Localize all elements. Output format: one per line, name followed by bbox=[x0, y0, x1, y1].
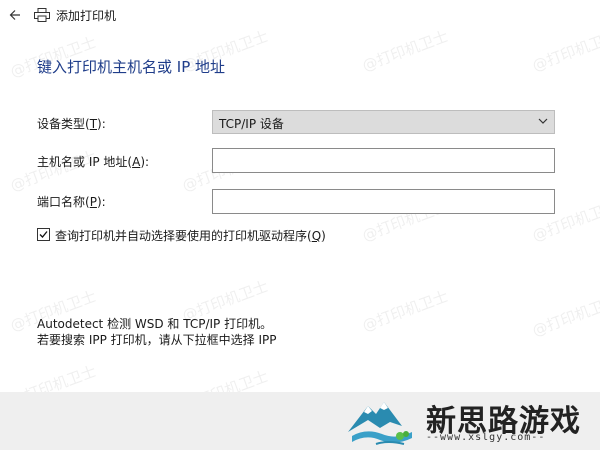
site-logo: 新思路游戏 --www.xslgy.com-- bbox=[346, 392, 596, 450]
query-printer-checkbox[interactable] bbox=[37, 228, 50, 241]
device-type-select[interactable]: TCP/IP 设备 bbox=[212, 110, 555, 134]
info-line-2: 若要搜索 IPP 打印机，请从下拉框中选择 IPP bbox=[37, 333, 277, 347]
info-line-1: Autodetect 检测 WSD 和 TCP/IP 打印机。 bbox=[37, 317, 273, 331]
watermark: @打印机卫士 bbox=[359, 287, 451, 335]
label-suffix: ) bbox=[321, 229, 326, 243]
watermark: @打印机卫士 bbox=[359, 27, 451, 75]
label-text: 端口名称( bbox=[37, 195, 90, 209]
label-suffix: ): bbox=[96, 195, 106, 209]
device-type-value: TCP/IP 设备 bbox=[219, 117, 284, 131]
host-label: 主机名或 IP 地址(A): bbox=[37, 153, 149, 170]
page-heading: 键入打印机主机名或 IP 地址 bbox=[37, 58, 226, 76]
back-button[interactable] bbox=[4, 4, 26, 26]
window-title: 添加打印机 bbox=[56, 9, 117, 23]
query-printer-label[interactable]: 查询打印机并自动选择要使用的打印机驱动程序(Q) bbox=[55, 227, 326, 244]
chevron-down-icon bbox=[538, 118, 548, 124]
back-arrow-icon bbox=[9, 10, 20, 20]
checkmark-icon bbox=[39, 231, 48, 238]
title-bar: 添加打印机 bbox=[0, 0, 600, 30]
label-text: 设备类型( bbox=[37, 117, 90, 131]
label-suffix: ): bbox=[140, 155, 150, 169]
label-text: 查询打印机并自动选择要使用的打印机驱动程序( bbox=[55, 229, 312, 243]
label-text: 主机名或 IP 地址( bbox=[37, 155, 133, 169]
mountain-logo-icon bbox=[348, 402, 412, 445]
logo-url: --www.xslgy.com-- bbox=[426, 432, 546, 443]
printer-icon bbox=[34, 8, 50, 22]
access-key: P bbox=[89, 195, 97, 209]
port-label: 端口名称(P): bbox=[37, 193, 106, 210]
port-input[interactable] bbox=[212, 189, 555, 214]
host-input[interactable] bbox=[212, 148, 555, 173]
device-type-label: 设备类型(T): bbox=[37, 115, 106, 132]
watermark: @打印机卫士 bbox=[529, 292, 600, 340]
watermark: @打印机卫士 bbox=[529, 27, 600, 75]
label-suffix: ): bbox=[97, 117, 106, 131]
access-key: T bbox=[89, 117, 98, 131]
access-key: Q bbox=[311, 229, 322, 243]
